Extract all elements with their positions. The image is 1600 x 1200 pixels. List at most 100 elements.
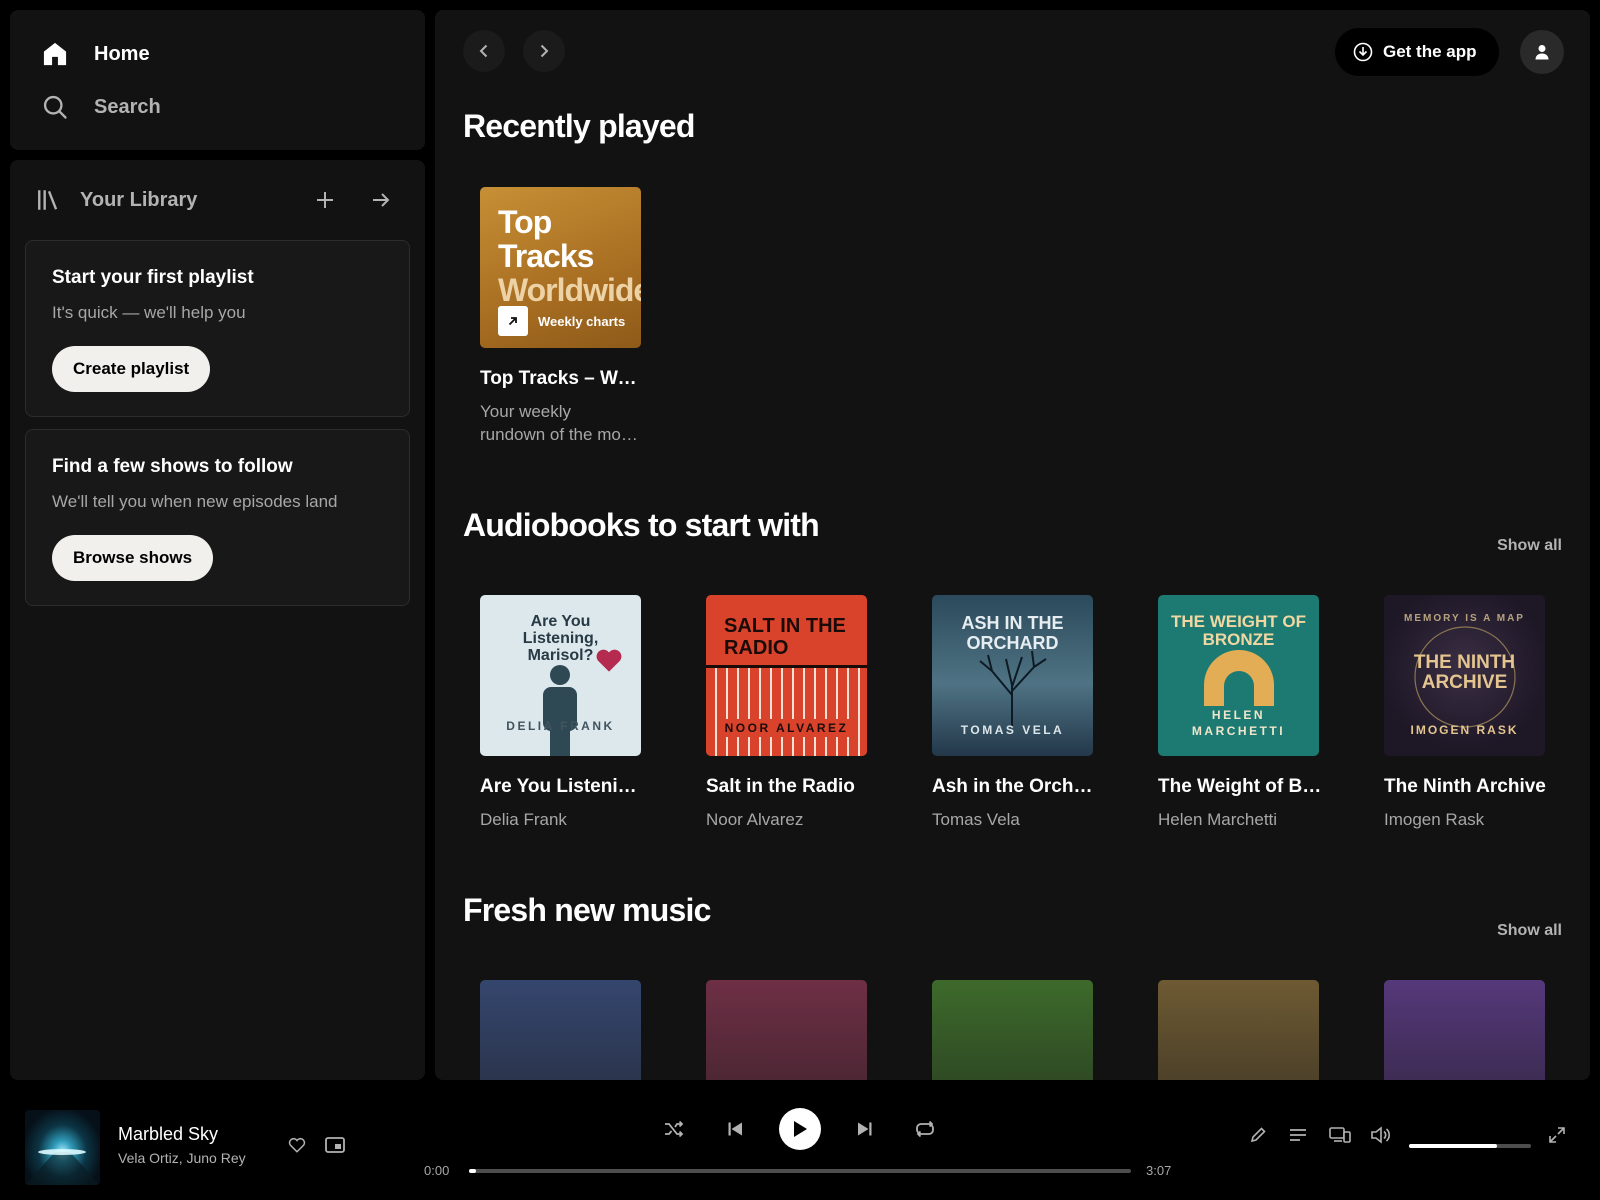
back-button[interactable] — [463, 30, 505, 72]
card-subtitle: Tomas Vela — [932, 810, 1020, 829]
stripe-pattern — [706, 665, 867, 756]
promo-card-playlist: Start your first playlist It's quick — w… — [25, 240, 410, 417]
cover-art: SALT IN THE RADIO NOOR ALVAREZ — [706, 595, 867, 756]
pen-icon — [1249, 1126, 1267, 1144]
mute-button[interactable] — [1369, 1124, 1393, 1146]
create-playlist-button[interactable]: Create playlist — [52, 346, 211, 392]
get-app-button[interactable]: Get the app — [1335, 28, 1499, 76]
fullscreen-button[interactable] — [1546, 1124, 1568, 1146]
card-title: The Ninth Archive — [1384, 776, 1546, 797]
card-fresh-3[interactable] — [932, 980, 1097, 1080]
card-fresh-5[interactable] — [1384, 980, 1549, 1080]
browse-shows-button[interactable]: Browse shows — [52, 535, 214, 581]
cover-art: ASH IN THE ORCHARD TOMAS VELA — [932, 595, 1093, 756]
plus-icon — [315, 190, 335, 210]
promo-subtitle: We'll tell you when new episodes land — [52, 492, 338, 511]
cover-art: THE WEIGHT OF BRONZE HELEN MARCHETTI — [1158, 595, 1319, 756]
progress-bar[interactable] — [469, 1169, 1131, 1173]
sidebar-item-label: Search — [94, 95, 161, 118]
cover-badge-label: Weekly charts — [538, 313, 626, 329]
card-fresh-4[interactable] — [1158, 980, 1323, 1080]
like-button[interactable] — [286, 1134, 308, 1156]
volume-icon — [1371, 1126, 1391, 1144]
library-header: Your Library — [10, 160, 425, 240]
cover-author: NOOR ALVAREZ — [724, 719, 849, 737]
download-icon — [1353, 42, 1373, 62]
show-all-audiobooks-link[interactable]: Show all — [1497, 537, 1562, 555]
cover-line: Worldwide — [498, 272, 641, 308]
card-top-tracks[interactable]: Top Tracks Worldwide Weekly charts Top T… — [480, 187, 645, 446]
person-figure-icon — [540, 665, 580, 756]
card-title: Are You Listening, Marisol? — [480, 776, 645, 797]
home-icon — [40, 39, 70, 69]
promo-subtitle: It's quick — we'll help you — [52, 303, 246, 322]
cover-author: TOMAS VELA — [960, 723, 1065, 737]
previous-button[interactable] — [724, 1118, 746, 1140]
card-title: Top Tracks – Worldwide — [480, 368, 645, 389]
card-subtitle: Delia Frank — [480, 810, 567, 829]
cover-art: MEMORY IS A MAP THE NINTH ARCHIVE IMOGEN… — [1384, 595, 1545, 756]
miniplayer-button[interactable] — [324, 1134, 346, 1156]
show-all-fresh-music-link[interactable]: Show all — [1497, 922, 1562, 940]
repeat-button[interactable] — [914, 1118, 936, 1140]
cover-author: IMOGEN RASK — [1410, 723, 1519, 737]
play-icon — [792, 1120, 808, 1138]
cover-title: THE WEIGHT OF BRONZE — [1170, 612, 1307, 649]
volume-slider[interactable] — [1409, 1144, 1531, 1148]
library-panel: Your Library Start your first playlist I… — [10, 160, 425, 1080]
devices-icon — [1329, 1126, 1351, 1144]
card-audiobook-5[interactable]: MEMORY IS A MAP THE NINTH ARCHIVE IMOGEN… — [1384, 595, 1549, 831]
card-audiobook-3[interactable]: ASH IN THE ORCHARD TOMAS VELA Ash in the… — [932, 595, 1097, 831]
card-subtitle: Helen Marchetti — [1158, 810, 1278, 829]
play-button[interactable] — [779, 1108, 821, 1150]
card-subtitle: Noor Alvarez — [706, 810, 804, 829]
card-title: Salt in the Radio — [706, 776, 855, 797]
skip-back-icon — [727, 1121, 743, 1137]
card-audiobook-1[interactable]: Are You Listening, Marisol? DELIA FRANK … — [480, 595, 645, 831]
queue-button[interactable] — [1287, 1124, 1309, 1146]
arrow-right-icon — [371, 190, 391, 210]
shuffle-button[interactable] — [663, 1118, 685, 1140]
forward-button[interactable] — [523, 30, 565, 72]
promo-title: Find a few shows to follow — [52, 456, 293, 477]
sidebar-nav: Home Search — [10, 10, 425, 150]
now-playing-view-button[interactable] — [1247, 1124, 1269, 1146]
cover-art — [932, 980, 1093, 1080]
cover-line: Top — [498, 204, 552, 240]
arch-icon — [1204, 650, 1274, 706]
cover-author: HELEN MARCHETTI — [1191, 708, 1286, 738]
card-audiobook-4[interactable]: THE WEIGHT OF BRONZE HELEN MARCHETTI The… — [1158, 595, 1323, 831]
section-title-audiobooks: Audiobooks to start with — [463, 507, 820, 543]
elapsed-time: 0:00 — [424, 1163, 450, 1178]
profile-button[interactable] — [1520, 30, 1564, 74]
sidebar-item-search[interactable]: Search — [40, 87, 395, 127]
card-subtitle: Imogen Rask — [1384, 810, 1485, 829]
library-icon — [36, 187, 62, 213]
sidebar-item-home[interactable]: Home — [40, 34, 395, 74]
create-button[interactable] — [307, 182, 343, 218]
connect-device-button[interactable] — [1328, 1124, 1352, 1146]
card-audiobook-2[interactable]: SALT IN THE RADIO NOOR ALVAREZ Salt in t… — [706, 595, 871, 831]
library-title-button[interactable]: Your Library — [36, 187, 287, 213]
repeat-icon — [915, 1120, 935, 1138]
heart-icon — [595, 647, 623, 673]
cover-badge: Weekly charts — [498, 306, 625, 336]
volume-fill — [1409, 1144, 1497, 1148]
chevron-left-icon — [476, 43, 492, 59]
card-subtitle: Your weekly rundown of the most played s… — [480, 402, 635, 444]
track-artists[interactable]: Vela Ortiz, Juno Rey — [118, 1150, 246, 1166]
cover-art — [706, 980, 867, 1080]
chevron-right-icon — [536, 43, 552, 59]
track-title[interactable]: Marbled Sky — [118, 1124, 218, 1145]
card-title: The Weight of Bronze — [1158, 776, 1323, 797]
cover-art — [1384, 980, 1545, 1080]
now-playing-art[interactable] — [25, 1110, 100, 1185]
cover-title: THE NINTH ARCHIVE — [1413, 652, 1516, 693]
expand-library-button[interactable] — [363, 182, 399, 218]
section-title-fresh-music: Fresh new music — [463, 892, 711, 928]
card-fresh-1[interactable] — [480, 980, 645, 1080]
card-fresh-2[interactable] — [706, 980, 871, 1080]
duration-time: 3:07 — [1146, 1163, 1172, 1178]
next-button[interactable] — [854, 1118, 876, 1140]
heart-outline-icon — [288, 1136, 306, 1154]
